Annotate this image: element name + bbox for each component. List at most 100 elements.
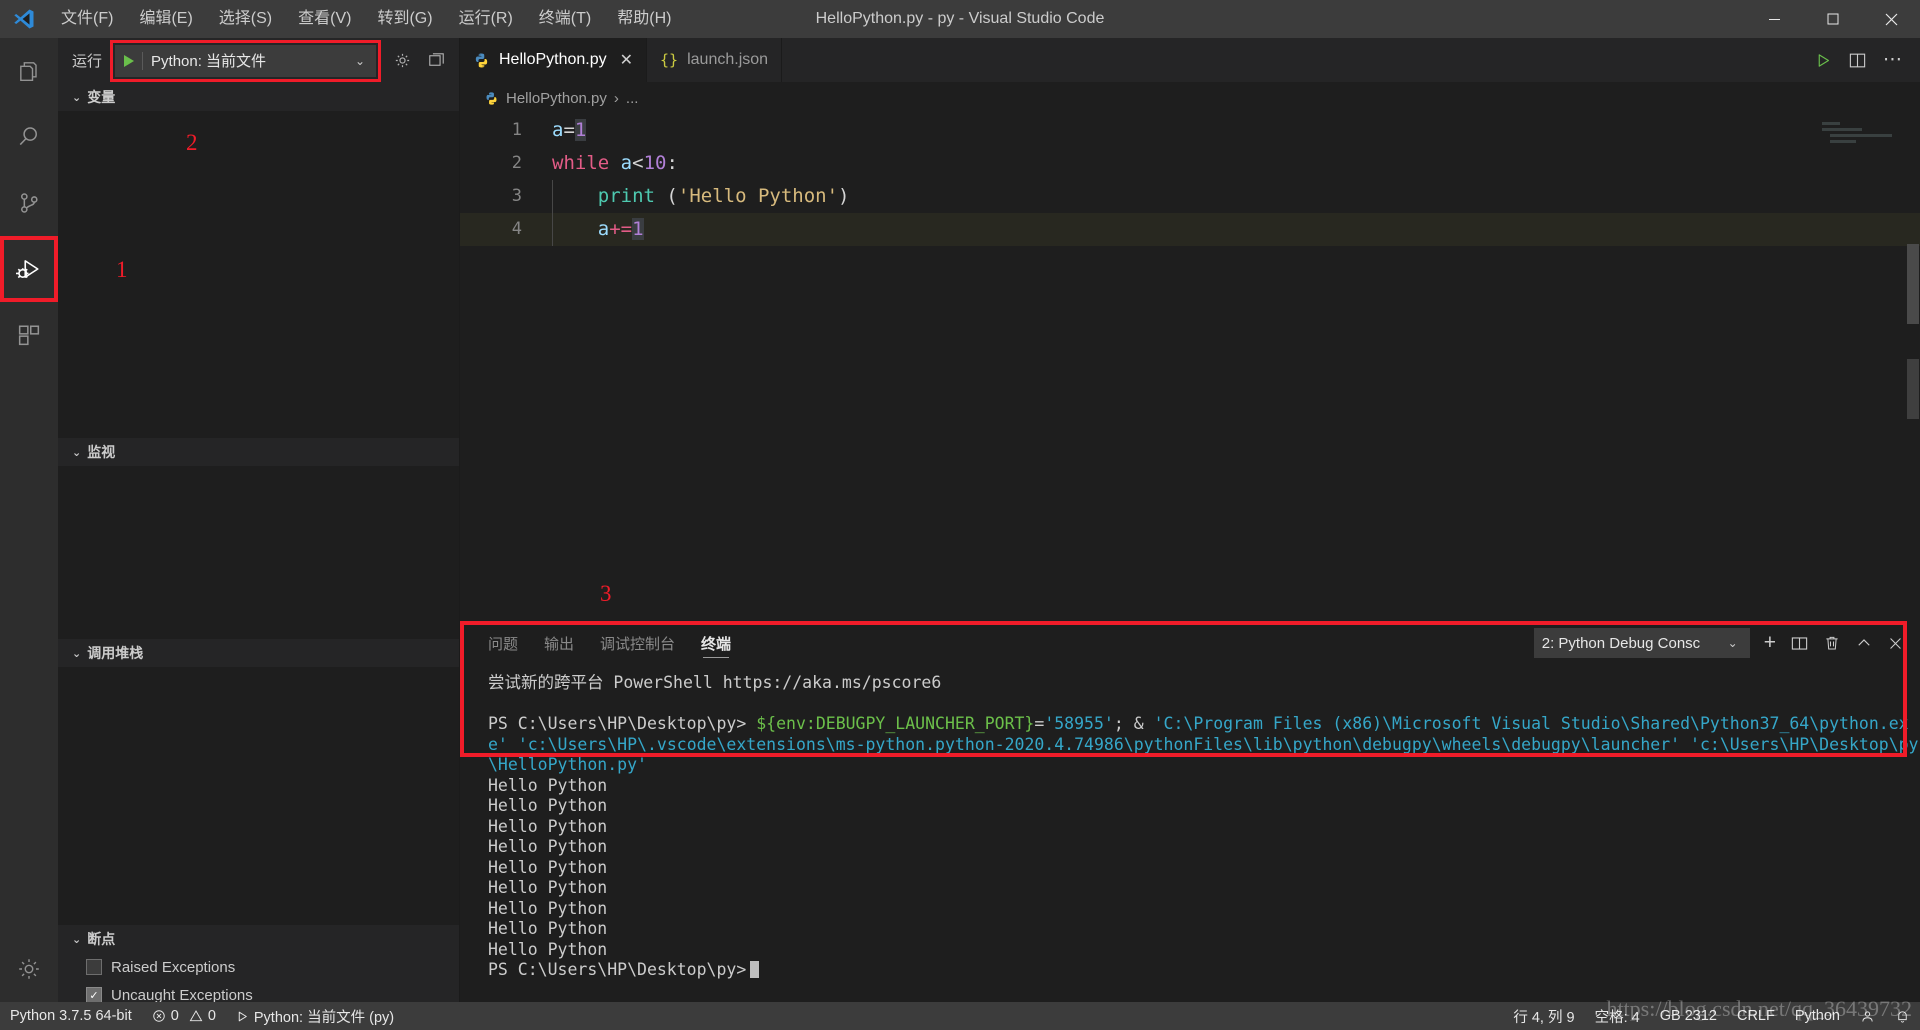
section-watch: ⌄ 监视 [58, 438, 459, 639]
error-count: 0 [170, 1008, 179, 1024]
status-bar: Python 3.7.5 64-bit 0 0 Python: 当前文件 (py… [0, 996, 1920, 1030]
checkbox-uncaught-exceptions[interactable]: ✓ [86, 987, 102, 1003]
status-run-config-label: Python: 当前文件 (py) [253, 1009, 395, 1026]
tab-problems[interactable]: 问题 [488, 621, 518, 665]
chevron-down-icon: ⌄ [72, 91, 82, 104]
menu-go[interactable]: 转到(G) [364, 0, 445, 38]
status-indentation[interactable]: 空格: 4 [1585, 1002, 1650, 1030]
scrollbar-thumb[interactable] [1907, 244, 1919, 324]
play-icon[interactable] [124, 54, 135, 67]
chevron-down-icon[interactable]: ⌄ [1728, 636, 1742, 650]
activity-item-extensions[interactable] [0, 302, 58, 368]
activity-item-search[interactable] [0, 104, 58, 170]
maximize-button[interactable] [1804, 0, 1862, 38]
scrollbar-thumb-secondary[interactable] [1907, 359, 1919, 419]
title-bar: 文件(F) 编辑(E) 选择(S) 查看(V) 转到(G) 运行(R) 终端(T… [0, 0, 1920, 38]
section-breakpoints: ⌄ 断点 Raised Exceptions ✓ Uncaught Except… [58, 925, 459, 1009]
status-encoding[interactable]: GB 2312 [1650, 1002, 1727, 1030]
status-cursor-position[interactable]: 行 4, 列 9 [1503, 1002, 1584, 1030]
tab-output[interactable]: 输出 [544, 621, 574, 665]
close-button[interactable] [1862, 0, 1920, 38]
section-header-variables[interactable]: ⌄ 变量 [58, 83, 459, 111]
open-debug-console-button[interactable] [423, 48, 449, 74]
terminal-cursor [750, 961, 760, 978]
status-bar-left: Python 3.7.5 64-bit 0 0 Python: 当前文件 (py… [0, 1002, 404, 1030]
tab-label: HelloPython.py [499, 51, 607, 68]
close-icon[interactable]: ✕ [620, 50, 633, 70]
menu-view[interactable]: 查看(V) [285, 0, 364, 38]
debug-settings-button[interactable] [389, 48, 415, 74]
activity-item-run-and-debug[interactable] [0, 236, 58, 302]
tab-label: launch.json [687, 51, 769, 68]
tab-debug-console[interactable]: 调试控制台 [600, 621, 675, 665]
split-editor-icon[interactable] [1848, 51, 1867, 70]
status-run-config[interactable]: Python: 当前文件 (py) [226, 1002, 404, 1030]
debug-toolbar: 运行 Python: 当前文件 ⌄ [58, 38, 459, 83]
breadcrumb-file[interactable]: HelloPython.py [506, 90, 607, 107]
tab-launch-json[interactable]: {} launch.json [647, 38, 783, 82]
line-number: 2 [511, 153, 522, 173]
play-icon [236, 1010, 249, 1023]
status-feedback[interactable] [1850, 1002, 1885, 1030]
chevron-up-icon[interactable] [1855, 634, 1873, 652]
status-python-interpreter[interactable]: Python 3.7.5 64-bit [0, 1002, 142, 1030]
menu-help[interactable]: 帮助(H) [604, 0, 684, 38]
code-text: a=1 [552, 119, 587, 141]
status-eol[interactable]: CRLF [1727, 1002, 1785, 1030]
section-header-watch[interactable]: ⌄ 监视 [58, 438, 459, 466]
annotation-marker-2: 2 [186, 130, 198, 155]
plus-icon[interactable]: + [1764, 631, 1776, 655]
error-icon [152, 1009, 166, 1023]
menu-run[interactable]: 运行(R) [446, 0, 526, 38]
menu-selection[interactable]: 选择(S) [206, 0, 285, 38]
editor-actions: ⋯ [1815, 38, 1920, 82]
section-header-call-stack[interactable]: ⌄ 调用堆栈 [58, 639, 459, 667]
minimap[interactable] [1822, 122, 1904, 162]
breadcrumb-tail[interactable]: ... [626, 90, 639, 107]
run-configuration-highlight: Python: 当前文件 ⌄ [110, 39, 381, 82]
menu-file[interactable]: 文件(F) [48, 0, 126, 38]
run-configuration-label: Python: 当前文件 [151, 53, 267, 70]
terminal-output[interactable]: 尝试新的跨平台 PowerShell https://aka.ms/pscore… [460, 665, 1920, 1002]
tab-hellopython-py[interactable]: HelloPython.py ✕ [460, 38, 648, 82]
line-number: 4 [511, 219, 522, 239]
menu-terminal[interactable]: 终端(T) [526, 0, 604, 38]
tab-terminal[interactable]: 终端 [701, 621, 731, 665]
window-controls [1746, 0, 1920, 38]
terminal-output-line: Hello Python [488, 939, 608, 959]
ellipsis-icon[interactable]: ⋯ [1883, 50, 1902, 69]
terminal-selector[interactable]: 2: Python Debug Consc ⌄ [1533, 628, 1750, 658]
status-errors-warnings[interactable]: 0 0 [142, 1002, 226, 1030]
vscode-window: 文件(F) 编辑(E) 选择(S) 查看(V) 转到(G) 运行(R) 终端(T… [0, 0, 1920, 1030]
run-file-button[interactable] [1815, 52, 1832, 69]
activity-item-explorer[interactable] [0, 38, 58, 104]
section-label-variables: 变量 [87, 89, 116, 105]
chevron-down-icon[interactable]: ⌄ [355, 54, 369, 68]
workbench-body: 运行 Python: 当前文件 ⌄ ⌄ 变量 ⌄ 监视 ⌄ 调用堆栈 ⌄ 断点 … [0, 38, 1920, 1009]
line-number: 3 [511, 186, 522, 206]
list-item[interactable]: Raised Exceptions [58, 953, 459, 981]
section-header-breakpoints[interactable]: ⌄ 断点 [58, 925, 459, 953]
run-configuration-select[interactable]: Python: 当前文件 ⌄ [115, 44, 376, 77]
editor-area: HelloPython.py ✕ {} launch.json ⋯ HelloP… [460, 38, 1920, 1002]
terminal-cmd-launcher: 'c:\Users\HP\.vscode\extensions\ms-pytho… [517, 734, 1681, 754]
annotation-marker-1: 1 [116, 257, 128, 282]
open-console-icon [427, 51, 446, 70]
split-icon[interactable] [1790, 634, 1809, 653]
activity-item-manage[interactable] [0, 936, 58, 1002]
checkbox-raised-exceptions[interactable] [86, 959, 102, 975]
menu-edit[interactable]: 编辑(E) [126, 0, 205, 38]
code-editor[interactable]: 1 a=1 2 while a<10: 3 print ('Hello Pyth… [460, 114, 1920, 621]
terminal-output-line: Hello Python [488, 857, 608, 877]
activity-item-source-control[interactable] [0, 170, 58, 236]
json-file-icon: {} [660, 51, 679, 69]
minimize-button[interactable] [1746, 0, 1804, 38]
status-notifications[interactable] [1885, 1002, 1920, 1030]
activity-bar [0, 38, 58, 1002]
editor-scrollbar[interactable] [1906, 114, 1920, 621]
close-icon[interactable] [1887, 635, 1904, 652]
trash-icon[interactable] [1823, 634, 1841, 652]
status-language-mode[interactable]: Python [1785, 1002, 1850, 1030]
debug-sidebar: 运行 Python: 当前文件 ⌄ ⌄ 变量 ⌄ 监视 ⌄ 调用堆栈 ⌄ 断点 … [58, 38, 460, 1009]
call-stack-body [58, 667, 459, 925]
